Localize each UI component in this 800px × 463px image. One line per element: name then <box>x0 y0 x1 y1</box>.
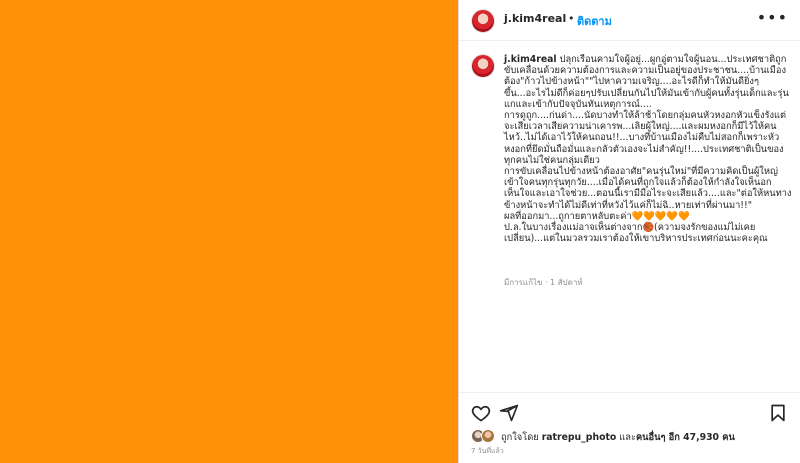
caption-text-block: j.kim4real ปลุกเรือนคามใจผู้อยู่...ผูกอู… <box>504 54 794 244</box>
separator-dot: • <box>568 12 575 25</box>
post-image[interactable] <box>0 0 458 463</box>
caption-meta: มีการแก้ไข · 1 สัปดาห์ <box>504 278 583 287</box>
liker-username[interactable]: ratrepu_photo <box>542 432 617 443</box>
likes-middle: และ <box>616 432 636 443</box>
likes-prefix: ถูกใจโดย <box>501 432 542 443</box>
share-icon[interactable] <box>499 403 519 423</box>
post-date[interactable]: 7 วันที่แล้ว <box>471 446 504 457</box>
bookmark-icon[interactable] <box>768 403 788 423</box>
likes-row: ถูกใจโดย ratrepu_photo และคนอื่นๆ อีก 47… <box>471 429 800 445</box>
likes-others-link[interactable]: คนอื่นๆ อีก 47,930 คน <box>636 432 735 443</box>
post-header: j.kim4real • ติดตาม ••• <box>459 0 800 41</box>
avatar[interactable] <box>471 9 495 33</box>
liker-avatar[interactable] <box>481 429 495 443</box>
caption-body: ปลุกเรือนคามใจผู้อยู่...ผูกอู่ตามใจผู้นอ… <box>504 54 792 245</box>
caption-avatar[interactable] <box>471 54 495 78</box>
follow-button[interactable]: ติดตาม <box>577 12 612 30</box>
likes-text: ถูกใจโดย ratrepu_photo และคนอื่นๆ อีก 47… <box>501 430 735 445</box>
heart-icon[interactable] <box>471 403 491 423</box>
post-side-panel: j.kim4real • ติดตาม ••• j.kim4real ปลุกเ… <box>458 0 800 463</box>
caption-username[interactable]: j.kim4real <box>504 54 557 65</box>
more-options-icon[interactable]: ••• <box>757 10 788 26</box>
author-username[interactable]: j.kim4real <box>504 12 566 25</box>
action-bar <box>459 392 800 423</box>
post-dialog: j.kim4real • ติดตาม ••• j.kim4real ปลุกเ… <box>0 0 800 463</box>
